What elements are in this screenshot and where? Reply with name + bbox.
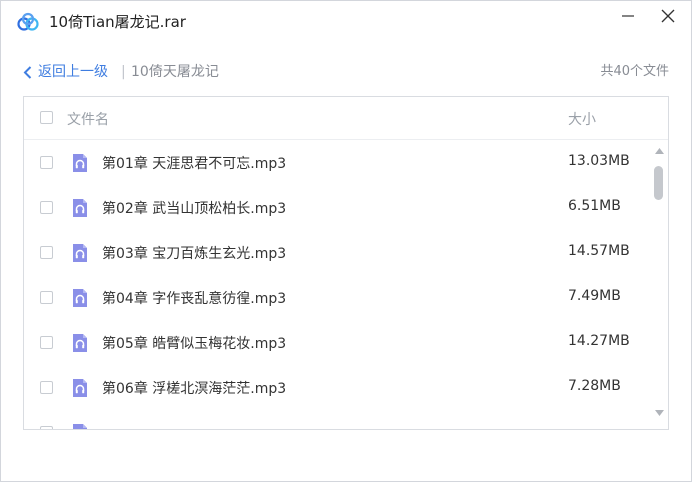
- minimize-button[interactable]: [613, 5, 643, 27]
- column-header-size[interactable]: 大小: [568, 109, 596, 129]
- file-name: 第02章 武当山顶松柏长.mp3: [102, 201, 287, 217]
- breadcrumb-bar: 返回上一级 | 10倚天屠龙记 共40个文件: [23, 61, 669, 83]
- back-button[interactable]: 返回上一级: [23, 61, 108, 83]
- column-header-name[interactable]: 文件名: [67, 109, 109, 129]
- current-folder-name: 10倚天屠龙记: [131, 64, 219, 80]
- minimize-icon: [622, 15, 634, 17]
- title-bar: 10倚Tian屠龙记.rar: [1, 1, 691, 45]
- audio-file-icon: [73, 199, 87, 217]
- row-checkbox[interactable]: [40, 291, 53, 304]
- file-row[interactable]: 第03章 宝刀百炼生玄光.mp3 14.57MB: [24, 230, 650, 275]
- close-icon: [661, 9, 675, 23]
- file-size: 13.03MB: [568, 153, 630, 169]
- file-size: 6.51MB: [568, 198, 621, 214]
- row-checkbox[interactable]: [40, 426, 53, 429]
- file-name: 第06章 浮槎北溟海茫茫.mp3: [102, 381, 287, 397]
- file-size: 14.27MB: [568, 333, 630, 349]
- row-checkbox[interactable]: [40, 246, 53, 259]
- file-name: 第04章 字作丧乱意彷徨.mp3: [102, 291, 287, 307]
- audio-file-icon: [73, 154, 87, 172]
- file-row[interactable]: 第05章 皓臂似玉梅花妆.mp3 14.27MB: [24, 320, 650, 365]
- audio-file-icon: [73, 289, 87, 307]
- audio-file-icon: [73, 244, 87, 262]
- file-count: 共40个文件: [600, 64, 669, 79]
- row-checkbox[interactable]: [40, 381, 53, 394]
- scrollbar-thumb[interactable]: [654, 166, 663, 200]
- scroll-up-arrow-icon[interactable]: [655, 148, 664, 154]
- file-rows: 第01章 天涯思君不可忘.mp3 13.03MB 第02章 武当山顶松柏长.mp…: [24, 140, 650, 429]
- audio-file-icon: [73, 334, 87, 352]
- back-label: 返回上一级: [38, 64, 108, 80]
- row-checkbox[interactable]: [40, 156, 53, 169]
- list-header: 文件名 大小: [24, 97, 668, 140]
- vertical-scrollbar[interactable]: [650, 140, 668, 429]
- file-row-partial[interactable]: [24, 410, 650, 429]
- audio-file-icon: [73, 424, 87, 429]
- file-name: 第05章 皓臂似玉梅花妆.mp3: [102, 336, 287, 352]
- file-name: 第03章 宝刀百炼生玄光.mp3: [102, 246, 287, 262]
- file-size: 14.57MB: [568, 243, 630, 259]
- close-button[interactable]: [653, 5, 683, 27]
- window-title: 10倚Tian屠龙记.rar: [49, 13, 186, 31]
- row-checkbox[interactable]: [40, 201, 53, 214]
- scroll-down-arrow-icon[interactable]: [655, 410, 664, 416]
- file-row[interactable]: 第02章 武当山顶松柏长.mp3 6.51MB: [24, 185, 650, 230]
- audio-file-icon: [73, 379, 87, 397]
- file-row[interactable]: 第06章 浮槎北溟海茫茫.mp3 7.28MB: [24, 365, 650, 410]
- file-size: 7.49MB: [568, 288, 621, 304]
- chevron-left-icon: [23, 65, 32, 79]
- file-row[interactable]: 第01章 天涯思君不可忘.mp3 13.03MB: [24, 140, 650, 185]
- breadcrumb-separator: |: [121, 64, 126, 80]
- row-checkbox[interactable]: [40, 336, 53, 349]
- select-all-checkbox[interactable]: [40, 111, 53, 124]
- file-name: 第01章 天涯思君不可忘.mp3: [102, 156, 287, 172]
- file-size: 7.28MB: [568, 378, 621, 394]
- file-row[interactable]: 第04章 字作丧乱意彷徨.mp3 7.49MB: [24, 275, 650, 320]
- cloud-logo-icon: [17, 12, 39, 31]
- file-list: 文件名 大小 第01章 天涯思君不可忘.mp3 13.03MB 第02章 武当山…: [23, 96, 669, 430]
- archive-window: 10倚Tian屠龙记.rar 返回上一级 | 10倚天屠龙记 共40个文件 文件…: [0, 0, 692, 482]
